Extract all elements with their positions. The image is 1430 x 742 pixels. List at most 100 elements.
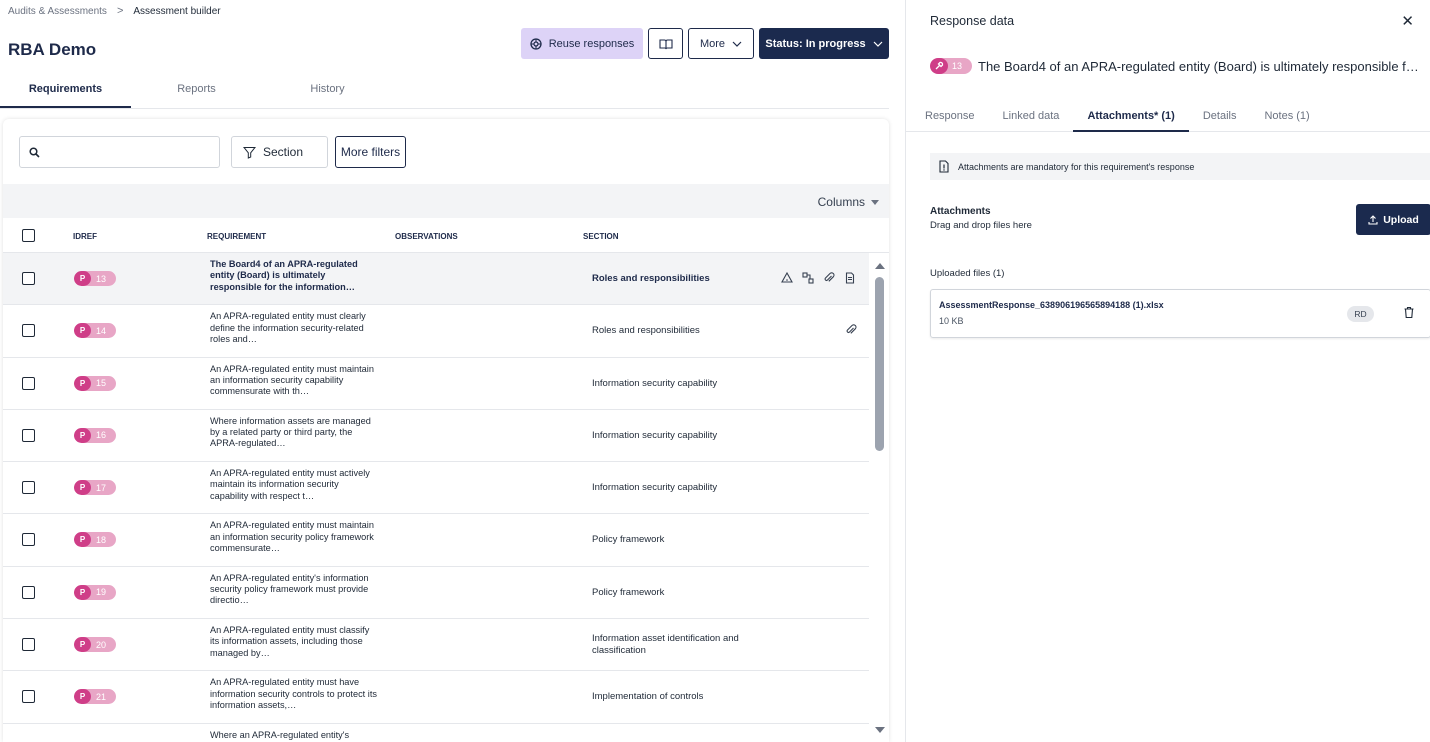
uploader-avatar: RD [1347, 306, 1374, 322]
more-filters-button[interactable]: More filters [335, 136, 406, 168]
badge-type: P [74, 271, 91, 286]
filters-bar: Section More filters [3, 119, 889, 184]
columns-button[interactable]: Columns [818, 195, 879, 209]
header-requirement[interactable]: REQUIREMENT [207, 232, 266, 241]
scrollbar-thumb[interactable] [875, 277, 884, 451]
tab-details[interactable]: Details [1189, 106, 1251, 132]
row-checkbox[interactable] [22, 585, 35, 599]
badge-number: 13 [952, 61, 963, 71]
search-input[interactable] [48, 145, 208, 159]
upload-icon [1368, 214, 1378, 225]
paperclip-icon[interactable] [823, 272, 835, 284]
table-row[interactable]: P 15 An APRA-regulated entity must mainta… [3, 358, 869, 410]
row-checkbox[interactable] [22, 533, 35, 547]
row-checkbox[interactable] [22, 481, 35, 495]
warning-icon[interactable] [781, 272, 793, 284]
requirement-text: An APRA-regulated entity must actively m… [210, 468, 370, 501]
reuse-responses-button[interactable]: Reuse responses [521, 28, 643, 59]
columns-label: Columns [817, 195, 865, 209]
table-body: P 13 The Board4 of an APRA-regulated enti… [3, 253, 869, 742]
header-idref[interactable]: IDREF [73, 232, 97, 241]
section-text: Policy framework [592, 534, 665, 546]
idref-badge: P 15 [74, 375, 116, 391]
row-checkbox[interactable] [22, 376, 35, 390]
main-tabs: Requirements Reports History [0, 78, 889, 109]
section-text: Information security capability [592, 429, 718, 441]
table-row[interactable]: P 16 Where information assets are managed… [3, 410, 869, 463]
status-button[interactable]: Status: In progress [759, 28, 889, 59]
tab-history[interactable]: History [262, 78, 393, 108]
header-section[interactable]: SECTION [583, 232, 619, 241]
row-checkbox[interactable] [22, 324, 35, 338]
section-text: Roles and responsibilities [592, 273, 710, 284]
page-title: RBA Demo [8, 40, 97, 59]
badge-type: P [74, 584, 91, 600]
row-checkbox[interactable] [22, 638, 35, 652]
columns-bar: Columns [3, 184, 889, 218]
section-text: Information security capability [592, 482, 718, 494]
requirement-text: The Board4 of an APRA-regulated entity (… [210, 259, 358, 292]
section-filter-label: Section [263, 145, 304, 159]
book-button[interactable] [648, 28, 683, 59]
requirement-text: An APRA-regulated entity must have infor… [210, 677, 377, 710]
tab-linked-data[interactable]: Linked data [989, 106, 1074, 132]
header-observations[interactable]: OBSERVATIONS [395, 232, 458, 241]
dropzone-hint: Drag and drop files here [930, 220, 1032, 231]
badge-type: P [74, 637, 91, 653]
scroll-up-arrow-icon[interactable] [875, 263, 885, 269]
breadcrumb-parent[interactable]: Audits & Assessments [8, 6, 107, 17]
section-text: Roles and responsibilities [592, 325, 700, 337]
tab-notes[interactable]: Notes (1) [1250, 106, 1323, 132]
link-icon[interactable] [802, 272, 814, 284]
search-box[interactable] [19, 136, 220, 168]
paperclip-icon[interactable] [845, 324, 857, 336]
file-name[interactable]: AssessmentResponse_638906196565894188 (1… [939, 300, 1164, 310]
idref-badge: P 19 [74, 584, 116, 600]
document-icon[interactable] [844, 272, 856, 284]
badge-number: 19 [96, 587, 107, 598]
chevron-right-icon: > [116, 5, 124, 17]
caret-down-icon [871, 199, 879, 205]
uploaded-file-item[interactable]: AssessmentResponse_638906196565894188 (1… [930, 289, 1430, 338]
scroll-down-arrow-icon[interactable] [875, 727, 885, 733]
row-checkbox[interactable] [22, 690, 35, 704]
file-size: 10 KB [939, 316, 964, 326]
close-icon[interactable]: ✕ [1401, 12, 1414, 30]
section-filter-button[interactable]: Section [231, 136, 328, 168]
row-checkbox[interactable] [22, 272, 35, 285]
table-row[interactable]: P22 Where an APRA-regulated entity's [3, 724, 869, 742]
tab-requirements[interactable]: Requirements [0, 78, 131, 108]
table-row[interactable]: P 17 An APRA-regulated entity must active… [3, 462, 869, 515]
idref-badge: P 14 [74, 323, 116, 339]
trash-icon[interactable] [1403, 306, 1415, 319]
requirement-text: An APRA-regulated entity's information s… [210, 572, 369, 606]
badge-number: 16 [96, 430, 107, 441]
section-text [592, 738, 762, 742]
requirement-text: Where an APRA-regulated entity's [210, 729, 350, 740]
tab-attachments[interactable]: Attachments* (1) [1073, 106, 1189, 132]
tab-reports[interactable]: Reports [131, 78, 262, 108]
upload-button[interactable]: Upload [1356, 204, 1430, 235]
badge-number: 17 [96, 482, 107, 493]
idref-badge: P 20 [74, 637, 116, 653]
upload-label: Upload [1383, 213, 1419, 226]
table-row[interactable]: P 18 An APRA-regulated entity must mainta… [3, 514, 869, 567]
tab-response[interactable]: Response [906, 106, 989, 132]
table-row[interactable]: P 20 An APRA-regulated entity must classi… [3, 619, 869, 672]
table-scrollbar[interactable] [871, 253, 889, 742]
table-row[interactable]: P 13 The Board4 of an APRA-regulated enti… [3, 253, 869, 306]
badge-type: P [74, 375, 91, 391]
panel-requirement: 13 The Board4 of an APRA-regulated entit… [930, 58, 1425, 74]
select-all-checkbox[interactable] [22, 229, 35, 242]
table-row[interactable]: P 19 An APRA-regulated entity's informati… [3, 567, 869, 620]
row-checkbox[interactable] [22, 428, 35, 442]
requirements-card: Section More filters Columns IDREF REQUI… [3, 119, 889, 742]
table-row[interactable]: P 14 An APRA-regulated entity must clearl… [3, 305, 869, 358]
badge-number: 20 [96, 639, 107, 650]
mandatory-notice: Attachments are mandatory for this requi… [930, 153, 1430, 180]
more-button[interactable]: More [688, 28, 754, 59]
mandatory-notice-text: Attachments are mandatory for this requi… [958, 161, 1195, 172]
table-row[interactable]: P 21 An APRA-regulated entity must have i… [3, 671, 869, 724]
panel-requirement-text: The Board4 of an APRA-regulated entity (… [978, 58, 1419, 74]
uploaded-files-heading: Uploaded files (1) [930, 268, 1005, 279]
